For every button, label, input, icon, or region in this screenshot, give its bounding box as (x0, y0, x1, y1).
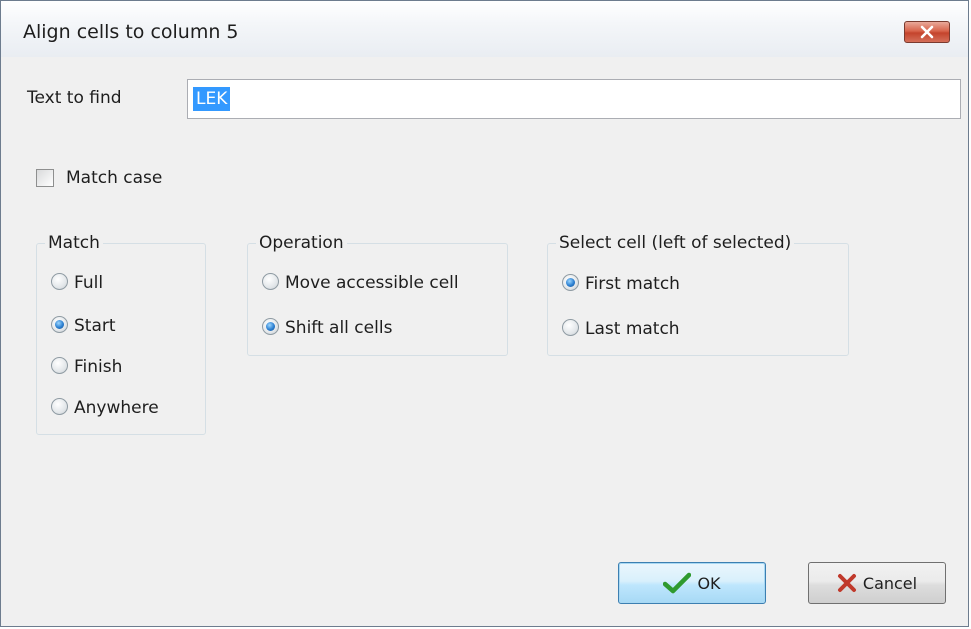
ok-button[interactable]: OK (618, 562, 766, 604)
cancel-button[interactable]: Cancel (808, 562, 946, 604)
radio-icon (51, 398, 68, 415)
operation-move-option[interactable]: Move accessible cell (262, 271, 459, 295)
radio-icon (262, 273, 279, 290)
operation-group: Operation Move accessible cell Shift all… (247, 233, 508, 356)
dialog-title: Align cells to column 5 (23, 21, 239, 43)
radio-icon (51, 273, 68, 290)
match-start-option[interactable]: Start (51, 314, 116, 338)
select-first-match-option[interactable]: First match (562, 272, 680, 296)
match-group-title: Match (45, 233, 103, 253)
dialog-body: Text to find LEK Match case Match Full S… (9, 57, 961, 618)
select-cell-group-title: Select cell (left of selected) (556, 233, 795, 253)
title-bar: Align cells to column 5 (1, 1, 968, 57)
close-icon (920, 25, 934, 39)
radio-icon (51, 357, 68, 374)
match-case-label: Match case (66, 168, 163, 188)
radio-icon (562, 319, 579, 336)
match-finish-option[interactable]: Finish (51, 355, 122, 379)
operation-shift-option[interactable]: Shift all cells (262, 316, 392, 340)
match-group: Match Full Start Finish Anywhere (36, 233, 206, 435)
match-anywhere-option[interactable]: Anywhere (51, 396, 159, 420)
radio-checked-icon (562, 274, 579, 291)
radio-checked-icon (51, 316, 68, 333)
text-to-find-value: LEK (193, 87, 231, 111)
select-last-match-option[interactable]: Last match (562, 317, 680, 341)
ok-button-label: OK (697, 573, 721, 593)
radio-checked-icon (262, 318, 279, 335)
match-full-option[interactable]: Full (51, 271, 103, 295)
text-to-find-input[interactable]: LEK (187, 79, 961, 119)
checkmark-icon (663, 572, 692, 594)
cancel-button-label: Cancel (862, 573, 918, 593)
dialog-window: Align cells to column 5 Text to find LEK… (0, 0, 969, 627)
operation-group-title: Operation (256, 233, 347, 253)
match-case-checkbox[interactable] (36, 169, 54, 187)
select-cell-group: Select cell (left of selected) First mat… (547, 233, 849, 356)
close-button[interactable] (904, 21, 950, 43)
text-to-find-label: Text to find (27, 88, 122, 108)
x-icon (837, 574, 856, 592)
